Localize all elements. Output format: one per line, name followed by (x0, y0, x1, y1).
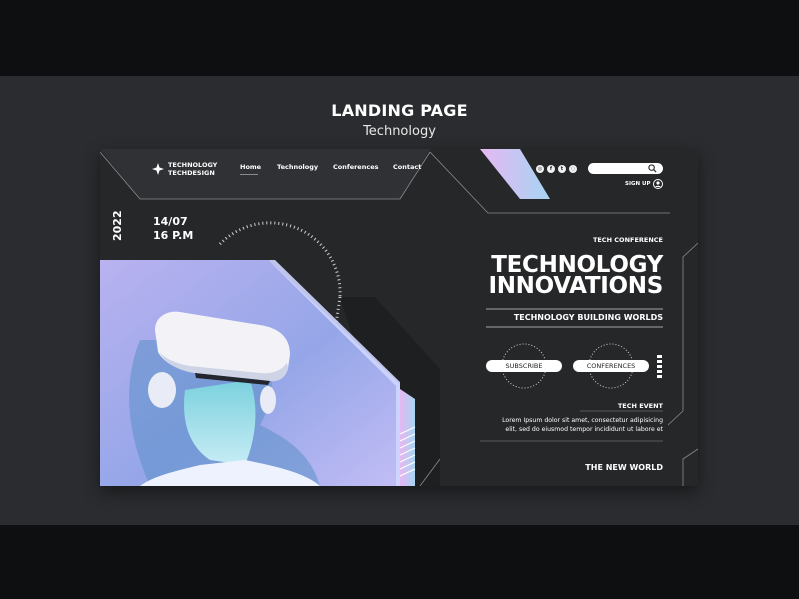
search-input[interactable] (588, 163, 663, 174)
body-line2: elit, sed do eiusmod tempor incididunt u… (505, 426, 663, 433)
page-title: LANDING PAGE (331, 101, 468, 120)
brand-logo[interactable]: TECHNOLOGY TECHDESIGN (152, 161, 217, 177)
social-links: ◎ f t ◌ (536, 165, 577, 173)
star-logo-icon (152, 163, 164, 175)
nav-conferences[interactable]: Conferences (333, 163, 378, 171)
footer-tagline: THE NEW WORLD (585, 463, 663, 472)
hero-tagline: TECHNOLOGY BUILDING WORLDS (513, 313, 663, 322)
landing-mockup: TECHNOLOGY TECHDESIGN Home Technology Co… (100, 149, 698, 486)
whatsapp-icon[interactable]: ◌ (569, 165, 577, 173)
brand-line1: TECHNOLOGY (168, 161, 218, 169)
hero-body-text: Lorem Ipsum dolor sit amet, consectetur … (493, 416, 663, 434)
subscribe-button[interactable]: SUBSCRIBE (486, 360, 562, 372)
user-icon[interactable] (653, 179, 663, 189)
search-icon[interactable] (648, 164, 657, 173)
hero-kicker: TECH CONFERENCE (592, 236, 663, 244)
nav-contact[interactable]: Contact (393, 163, 421, 171)
headline-line2: INNOVATIONS (488, 273, 663, 299)
event-year: 2022 (111, 210, 124, 241)
event-time: 16 P.M (153, 229, 194, 242)
vr-woman-photo (129, 311, 320, 486)
signup-link[interactable]: SIGN UP (625, 181, 651, 187)
page-subtitle: Technology (363, 124, 436, 139)
event-datetime: 14/07 16 P.M (153, 215, 193, 243)
brand-line2: TECHDESIGN (168, 169, 215, 177)
nav-technology[interactable]: Technology (277, 163, 318, 171)
instagram-icon[interactable]: ◎ (536, 165, 544, 173)
conferences-button[interactable]: CONFERENCES (573, 360, 649, 372)
nav-home[interactable]: Home (240, 163, 261, 175)
twitter-icon[interactable]: t (558, 165, 566, 173)
facebook-icon[interactable]: f (547, 165, 555, 173)
event-label: TECH EVENT (617, 402, 663, 410)
event-date: 14/07 (153, 215, 188, 228)
hero-headline: TECHNOLOGY INNOVATIONS (488, 254, 663, 299)
brand-name: TECHNOLOGY TECHDESIGN (168, 161, 217, 177)
body-line1: Lorem Ipsum dolor sit amet, consectetur … (502, 417, 663, 424)
